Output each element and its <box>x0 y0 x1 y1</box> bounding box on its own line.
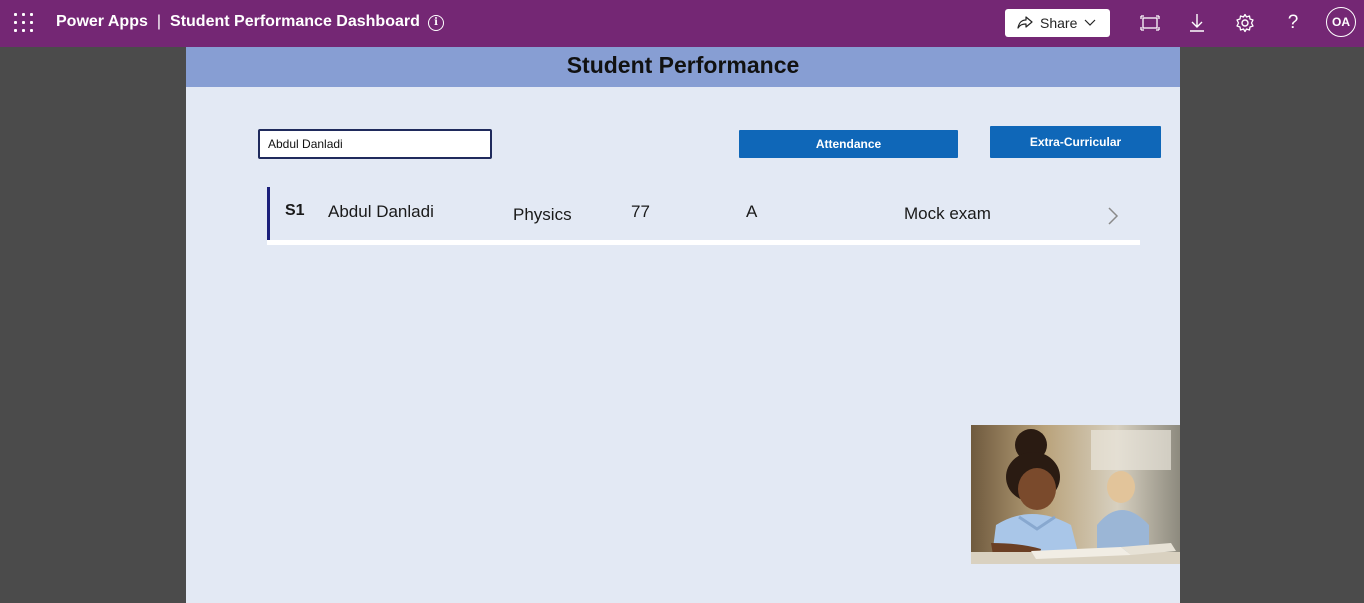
student-id: S1 <box>285 202 305 219</box>
grade: A <box>746 202 758 221</box>
attendance-button[interactable]: Attendance <box>739 130 958 158</box>
user-avatar[interactable]: OA <box>1326 7 1356 37</box>
student-search-input[interactable] <box>258 129 492 159</box>
exam-type: Mock exam <box>904 204 991 223</box>
student-reading-photo <box>971 425 1180 564</box>
info-icon[interactable]: i <box>428 15 444 31</box>
share-icon <box>1017 16 1033 29</box>
row-selection-indicator <box>267 187 270 240</box>
fit-to-window-icon[interactable] <box>1139 12 1161 34</box>
score: 77 <box>631 202 650 221</box>
share-button[interactable]: Share <box>1005 9 1110 37</box>
app-canvas: Student Performance Attendance Extra-Cur… <box>186 47 1180 603</box>
settings-gear-icon[interactable] <box>1234 12 1256 34</box>
app-launcher-icon[interactable] <box>14 13 34 33</box>
app-title: Power Apps | Student Performance Dashboard <box>56 13 420 31</box>
app-header-bar: Power Apps | Student Performance Dashboard… <box>0 0 1364 47</box>
app-name: Student Performance Dashboard <box>170 13 420 30</box>
title-separator: | <box>156 13 162 30</box>
gallery-row[interactable]: S1 Abdul Danladi Physics 77 A Mock exam <box>267 187 1140 245</box>
download-icon[interactable] <box>1186 12 1208 34</box>
screen-header: Student Performance <box>186 47 1180 87</box>
extra-curricular-button[interactable]: Extra-Curricular <box>990 126 1161 158</box>
help-icon[interactable]: ? <box>1282 12 1304 34</box>
subject: Physics <box>513 205 572 224</box>
product-name: Power Apps <box>56 13 148 30</box>
row-separator <box>267 240 1140 245</box>
share-label: Share <box>1040 15 1078 31</box>
student-name: Abdul Danladi <box>328 202 434 221</box>
chevron-right-icon[interactable] <box>1105 207 1121 225</box>
page-title: Student Performance <box>566 52 800 78</box>
chevron-down-icon <box>1084 19 1096 26</box>
